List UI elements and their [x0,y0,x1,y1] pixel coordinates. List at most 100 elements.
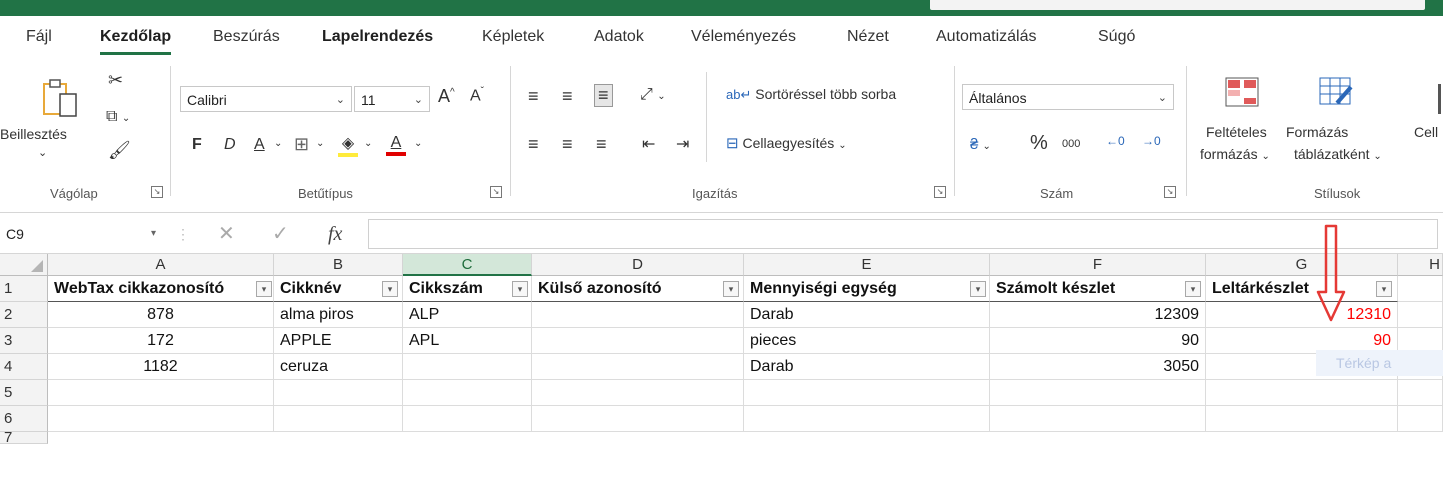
tab-file[interactable]: Fájl [26,28,52,46]
table-cell[interactable] [1398,302,1443,328]
align-bottom-icon[interactable]: ≡ [594,84,613,107]
table-cell[interactable]: 12310 [1206,302,1398,328]
decrease-decimal-icon[interactable]: →0 [1142,134,1161,148]
table-cell[interactable] [403,380,532,406]
font-size-select[interactable]: 11 ⌄ [354,86,430,112]
font-launcher-icon[interactable]: ↘ [490,186,502,198]
table-cell[interactable]: Darab [744,354,990,380]
column-header-g[interactable]: G [1206,254,1398,276]
tab-help[interactable]: Súgó [1098,28,1135,46]
bold-button[interactable]: F [192,136,202,154]
paste-label[interactable]: Beillesztés [0,126,67,142]
table-cell[interactable]: 12309 [990,302,1206,328]
filter-dropdown-icon[interactable]: ▾ [970,281,986,297]
table-cell[interactable] [532,302,744,328]
format-as-table-label1[interactable]: Formázás [1286,124,1348,140]
conditional-formatting-icon[interactable] [1222,74,1262,110]
column-header-d[interactable]: D [532,254,744,276]
chevron-down-icon[interactable]: ⌄ [364,138,372,149]
table-header-cell[interactable]: Számolt készlet [990,276,1206,302]
table-cell[interactable]: pieces [744,328,990,354]
table-cell[interactable] [403,354,532,380]
fill-color-button[interactable]: ◈ [336,132,360,158]
table-cell[interactable]: 3050 [990,354,1206,380]
table-cell[interactable] [744,406,990,432]
increase-decimal-icon[interactable]: ←0 [1106,134,1125,148]
filter-dropdown-icon[interactable]: ▾ [723,281,739,297]
italic-button[interactable]: D [224,136,236,154]
table-cell[interactable] [403,406,532,432]
tab-review[interactable]: Véleményezés [691,28,796,46]
row-header[interactable]: 1 [0,276,48,302]
row-header[interactable]: 7 [0,430,48,445]
table-cell[interactable]: alma piros [274,302,403,328]
table-cell[interactable]: APPLE [274,328,403,354]
format-as-table-label2[interactable]: táblázatként ⌄ [1294,146,1382,162]
select-all-corner[interactable] [0,254,48,276]
confirm-icon[interactable]: ✓ [272,221,289,247]
format-as-table-icon[interactable] [1316,74,1356,110]
filter-dropdown-icon[interactable]: ▾ [1376,281,1392,297]
name-box[interactable]: C9 ▾ [6,221,156,247]
tab-formulas[interactable]: Képletek [482,28,544,46]
filter-dropdown-icon[interactable]: ▾ [512,281,528,297]
table-cell[interactable]: ceruza [274,354,403,380]
thousands-separator-button[interactable]: 000 [1062,138,1080,150]
table-cell[interactable] [532,406,744,432]
tab-insert[interactable]: Beszúrás [213,28,280,46]
conditional-formatting-label1[interactable]: Feltételes [1206,124,1267,140]
column-header-a[interactable]: A [48,254,274,276]
cell-styles-label[interactable]: Cell [1414,124,1438,140]
font-family-select[interactable]: Calibri ⌄ [180,86,352,112]
tab-page-layout[interactable]: Lapelrendezés [322,28,433,46]
tab-home[interactable]: Kezdőlap [100,28,172,55]
decrease-font-icon[interactable]: Aˇ [470,86,484,105]
table-cell[interactable] [532,354,744,380]
align-left-icon[interactable]: ≡ [528,134,539,155]
table-cell[interactable]: ALP [403,302,532,328]
column-header-h[interactable]: H [1398,254,1443,276]
table-cell[interactable] [744,380,990,406]
align-middle-icon[interactable]: ≡ [562,86,573,107]
row-header[interactable]: 2 [0,302,48,328]
column-header-f[interactable]: F [990,254,1206,276]
clipboard-launcher-icon[interactable]: ↘ [151,186,163,198]
percent-style-button[interactable]: % [1030,132,1048,155]
table-cell[interactable]: 172 [48,328,274,354]
orientation-icon[interactable]: ⤢ ⌄ [640,86,666,104]
cell-styles-icon[interactable] [1438,84,1441,114]
table-header-cell[interactable]: Mennyiségi egység [744,276,990,302]
paste-dropdown-arrow[interactable]: ⌄ [38,146,47,159]
merge-cells-button[interactable]: ⊟ Cellaegyesítés ⌄ [726,134,847,152]
table-cell[interactable] [532,380,744,406]
align-right-icon[interactable]: ≡ [596,134,607,155]
column-header-b[interactable]: B [274,254,403,276]
font-color-button[interactable]: A [384,132,408,158]
table-cell[interactable]: Darab [744,302,990,328]
table-cell[interactable]: 1182 [48,354,274,380]
decrease-indent-icon[interactable]: ⇤ [642,134,655,154]
cut-icon[interactable]: ✂ [108,70,123,91]
table-header-cell[interactable]: WebTax cikkazonosító [48,276,274,302]
table-cell[interactable] [1398,380,1443,406]
format-painter-icon[interactable]: 🖌 [108,140,131,161]
table-cell[interactable] [990,406,1206,432]
row-header[interactable]: 3 [0,328,48,354]
tab-data[interactable]: Adatok [594,28,644,46]
row-header[interactable]: 4 [0,354,48,380]
column-header-e[interactable]: E [744,254,990,276]
filter-dropdown-icon[interactable]: ▾ [382,281,398,297]
table-cell[interactable] [1206,406,1398,432]
align-top-icon[interactable]: ≡ [528,86,539,107]
table-header-cell[interactable]: Leltárkészlet [1206,276,1398,302]
table-header-cell[interactable]: Külső azonosító [532,276,744,302]
increase-indent-icon[interactable]: ⇥ [676,134,689,154]
wrap-text-button[interactable]: ab↵ Sortöréssel több sorba [726,86,896,103]
table-cell[interactable] [48,380,274,406]
increase-font-icon[interactable]: A^ [438,86,455,107]
chevron-down-icon[interactable]: ⌄ [274,138,282,149]
row-header[interactable]: 5 [0,380,48,406]
number-format-select[interactable]: Általános ⌄ [962,84,1174,110]
formula-input[interactable] [368,219,1438,249]
currency-format-icon[interactable]: ₴ ⌄ [970,136,991,153]
